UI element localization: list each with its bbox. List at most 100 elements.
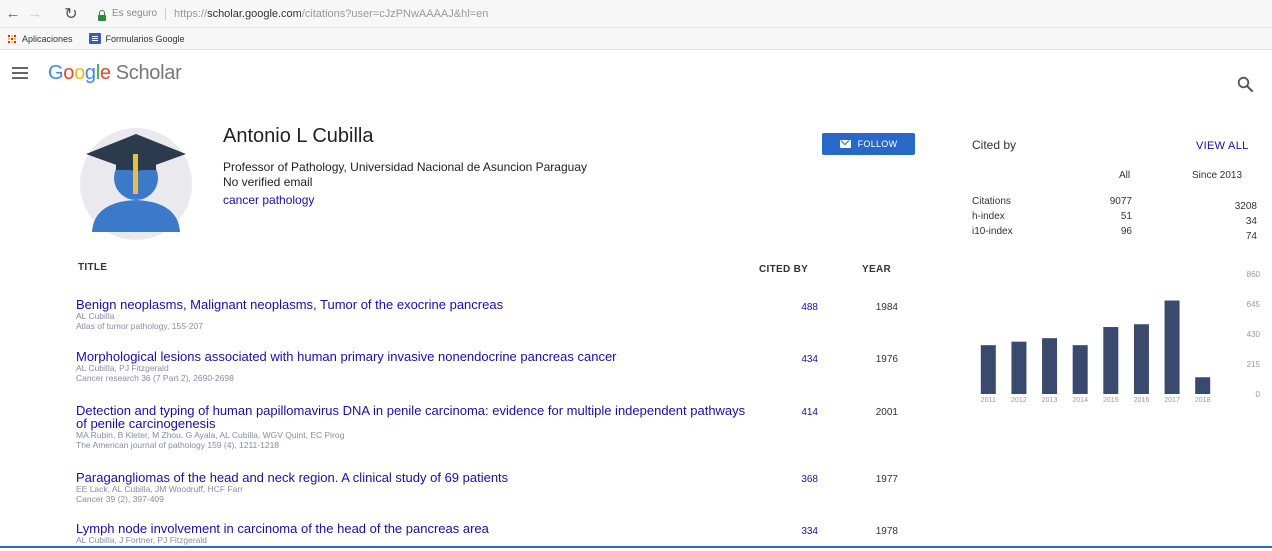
profile-affiliation: Professor of Pathology, Universidad Naci…: [223, 160, 587, 174]
chart-bar-2016[interactable]: [1133, 324, 1149, 394]
citations-bar-chart: 2011 2012 2013 2014 2015 2016 2017 2018 0 215 430 6…: [980, 270, 1261, 404]
article-title-link[interactable]: Morphological lesions associated with hu…: [76, 350, 756, 363]
article-row: Lymph node involvement in carcinoma of t…: [76, 522, 756, 545]
forward-arrow-icon[interactable]: →: [24, 3, 46, 25]
metric-all: 96: [1120, 226, 1132, 237]
google-scholar-logo[interactable]: Google Scholar: [48, 62, 182, 85]
browser-address-bar: ← → ↻ Es seguro https://scholar.google.c…: [0, 0, 1272, 28]
metric-label: Citations: [972, 196, 1011, 207]
article-row: Benign neoplasms, Malignant neoplasms, T…: [76, 298, 756, 331]
article-cited-by-count[interactable]: 368: [778, 474, 818, 485]
article-row: Detection and typing of human papillomav…: [76, 404, 756, 450]
article-year: 1984: [875, 302, 898, 313]
chart-bar-2014[interactable]: [1072, 345, 1088, 394]
article-cited-by-count[interactable]: 434: [778, 354, 818, 365]
article-cited-by-count[interactable]: 334: [778, 526, 818, 537]
chart-y-tick-label: 430: [1247, 330, 1261, 339]
reload-icon[interactable]: ↻: [60, 3, 82, 25]
article-title-link[interactable]: Lymph node involvement in carcinoma of t…: [76, 522, 756, 535]
google-forms-icon: [88, 33, 101, 44]
logo-product-name: Scholar: [115, 62, 182, 84]
profile-email-status: No verified email: [223, 175, 313, 189]
metric-all: 51: [1120, 211, 1132, 222]
chart-bar-2012[interactable]: [1011, 341, 1027, 394]
article-cited-by-count[interactable]: 488: [778, 302, 818, 313]
article-authors: AL Cubilla, J Fortner, PJ Fitzgerald: [76, 535, 208, 545]
mail-icon: [839, 140, 851, 148]
article-venue: Cancer research 36 (7 Part 2), 2690-2698: [76, 373, 234, 383]
search-icon[interactable]: [1237, 76, 1253, 92]
metric-row-h-index: h-index 51 34: [972, 211, 1260, 227]
cited-by-col-all: All: [1119, 170, 1131, 181]
metric-row-i10-index: i10-index 96 74: [972, 226, 1260, 242]
article-authors: MA Rubin, B Kleter, M Zhou, G Ayala, AL …: [76, 430, 345, 440]
cited-by-col-since: Since 2013: [1192, 170, 1243, 181]
article-row: Paragangliomas of the head and neck regi…: [76, 471, 756, 504]
scholar-header: Google Scholar: [0, 56, 1272, 96]
secure-label: Es seguro: [112, 8, 158, 19]
column-header-cited-by[interactable]: CITED BY: [759, 264, 808, 275]
article-venue: Cancer 39 (2), 397-409: [76, 494, 164, 504]
article-year: 1976: [875, 354, 898, 365]
chart-x-tick-label: 2011: [981, 397, 996, 404]
chart-x-tick-label: 2017: [1164, 397, 1180, 404]
metric-all: 9077: [1109, 196, 1132, 207]
article-authors: AL Cubilla, PJ Fitzgerald: [76, 363, 169, 373]
follow-label: FOLLOW: [857, 139, 898, 149]
chart-bar-2013[interactable]: [1042, 338, 1058, 394]
chart-y-tick-label: 645: [1247, 300, 1261, 309]
article-cited-by-count[interactable]: 414: [778, 407, 818, 418]
metric-label: i10-index: [972, 226, 1013, 237]
chart-x-tick-label: 2012: [1011, 397, 1027, 404]
metric-row-citations: Citations 9077 3208: [972, 196, 1260, 212]
url-path: /citations?user=cJzPNwAAAAJ&hl=en: [301, 7, 489, 20]
lock-icon: [96, 7, 108, 21]
article-row: Morphological lesions associated with hu…: [76, 350, 756, 383]
bookmark-google-forms[interactable]: Formularios Google: [79, 33, 185, 44]
back-arrow-icon[interactable]: ←: [2, 3, 24, 25]
follow-button[interactable]: FOLLOW: [822, 133, 915, 155]
chart-bar-2018[interactable]: [1195, 377, 1211, 394]
article-title-link[interactable]: Paragangliomas of the head and neck regi…: [76, 471, 756, 484]
article-year: 2001: [875, 407, 898, 418]
chart-bar-2011[interactable]: [980, 345, 996, 394]
column-header-year[interactable]: YEAR: [862, 264, 891, 275]
chart-y-tick-label: 0: [1256, 390, 1261, 399]
url-separator: [165, 7, 167, 20]
article-authors: AL Cubilla: [76, 311, 115, 321]
article-venue: Atlas of tumor pathology, 155-207: [76, 321, 203, 331]
article-year: 1978: [875, 526, 898, 537]
url-domain: scholar.google.com: [207, 7, 302, 20]
profile-name: Antonio L Cubilla: [223, 125, 374, 147]
chart-x-tick-label: 2015: [1103, 397, 1119, 404]
chart-bar-2015[interactable]: [1103, 327, 1119, 394]
metric-since: 74: [1245, 231, 1257, 242]
article-venue: The American journal of pathology 159 (4…: [76, 440, 280, 450]
bookmarks-bar: Aplicaciones Formularios Google: [0, 28, 1272, 50]
view-all-link[interactable]: VIEW ALL: [1196, 140, 1249, 152]
article-year: 1977: [875, 474, 898, 485]
chart-x-tick-label: 2016: [1134, 397, 1150, 404]
chart-bar-2017[interactable]: [1164, 300, 1180, 394]
url-scheme: https://: [174, 7, 208, 20]
url-field[interactable]: https://scholar.google.com/citations?use…: [174, 8, 488, 20]
article-authors: EE Lack, AL Cubilla, JM Woodruff, HCF Fa…: [76, 484, 244, 494]
bottom-accent-line: [0, 546, 1272, 548]
profile-interest-link[interactable]: cancer pathology: [223, 193, 314, 207]
metric-label: h-index: [972, 211, 1005, 222]
bookmark-apps[interactable]: Aplicaciones: [22, 34, 73, 44]
cited-by-title: Cited by: [972, 138, 1017, 152]
chart-x-tick-label: 2014: [1072, 397, 1088, 404]
column-header-title[interactable]: TITLE: [78, 262, 107, 273]
chart-x-tick-label: 2013: [1042, 397, 1058, 404]
profile-avatar-graduate-icon: [80, 128, 192, 240]
article-title-link[interactable]: Benign neoplasms, Malignant neoplasms, T…: [76, 298, 756, 311]
bookmark-forms-label: Formularios Google: [105, 33, 185, 44]
apps-grid-icon: [8, 34, 16, 43]
chart-y-tick-label: 860: [1247, 270, 1261, 279]
chart-y-tick-label: 215: [1247, 360, 1261, 369]
bookmark-apps-label: Aplicaciones: [22, 33, 73, 44]
article-title-link[interactable]: Detection and typing of human papillomav…: [76, 404, 756, 430]
chart-x-tick-label: 2018: [1195, 397, 1211, 404]
hamburger-menu-icon[interactable]: [12, 67, 28, 79]
